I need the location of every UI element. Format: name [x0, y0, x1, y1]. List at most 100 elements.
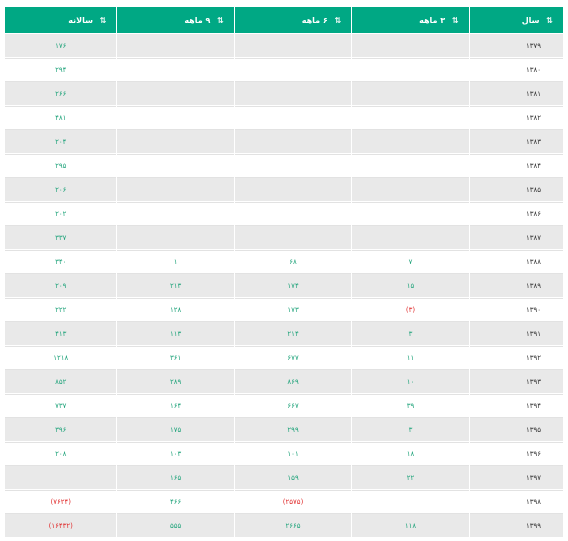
table-row: ۱۳۸۹ ۱۵ ۱۷۴ ۲۱۳ ۲۰۹ — [5, 274, 563, 298]
cell-q6: ۸۶۹ — [234, 370, 352, 394]
cell-year: ۱۳۸۰ — [469, 58, 563, 82]
cell-q9 — [117, 106, 234, 130]
sort-icon[interactable]: ⇅ — [335, 16, 342, 25]
table-row: ۱۳۹۸ (۲۵۷۵) ۴۶۶ (۷۶۲۴) — [5, 490, 563, 514]
cell-year: ۱۳۸۷ — [469, 226, 563, 250]
cell-q9 — [117, 130, 234, 154]
cell-annual: ۲۲۲ — [5, 298, 117, 322]
cell-q6: ۲۱۴ — [234, 322, 352, 346]
sort-icon[interactable]: ⇅ — [546, 16, 553, 25]
cell-q6 — [234, 202, 352, 226]
cell-annual: ۲۰۲ — [5, 202, 117, 226]
cell-q9: ۳۶۱ — [117, 346, 234, 370]
cell-q6 — [234, 226, 352, 250]
cell-q9: ۲۸۹ — [117, 370, 234, 394]
cell-q3: ۳ — [352, 418, 469, 442]
cell-annual: ۸۵۲ — [5, 370, 117, 394]
cell-q9: ۱۲۸ — [117, 298, 234, 322]
cell-q3: ۷ — [352, 250, 469, 274]
cell-q9 — [117, 82, 234, 106]
cell-year: ۱۳۸۳ — [469, 130, 563, 154]
cell-annual: ۲۰۸ — [5, 442, 117, 466]
cell-q9: ۵۵۵ — [117, 514, 234, 538]
column-header-q9[interactable]: ⇅ ۹ ماهه — [117, 7, 234, 34]
cell-q3 — [352, 154, 469, 178]
cell-q3: ۳ — [352, 322, 469, 346]
cell-q6 — [234, 34, 352, 58]
table-row: ۱۳۸۵ ۲۰۶ — [5, 178, 563, 202]
cell-q3: ۱۱ — [352, 346, 469, 370]
cell-q3: (۳) — [352, 298, 469, 322]
table-row: ۱۳۸۲ ۴۸۱ — [5, 106, 563, 130]
cell-q9 — [117, 154, 234, 178]
table-row: ۱۳۹۴ ۳۹ ۶۶۷ ۱۶۴ ۷۳۷ — [5, 394, 563, 418]
cell-annual: ۱۷۶ — [5, 34, 117, 58]
cell-q6: ۶۸ — [234, 250, 352, 274]
cell-q9: ۱۶۵ — [117, 466, 234, 490]
table-row: ۱۳۹۵ ۳ ۲۹۹ ۱۷۵ ۳۹۶ — [5, 418, 563, 442]
column-header-label: ۶ ماهه — [301, 15, 328, 25]
cell-annual: ۲۰۶ — [5, 178, 117, 202]
cell-q6 — [234, 82, 352, 106]
cell-q3: ۳۹ — [352, 394, 469, 418]
cell-year: ۱۳۹۳ — [469, 370, 563, 394]
cell-q6: ۲۹۹ — [234, 418, 352, 442]
cell-q3 — [352, 178, 469, 202]
table-row: ۱۳۹۰ (۳) ۱۷۳ ۱۲۸ ۲۲۲ — [5, 298, 563, 322]
cell-q3 — [352, 202, 469, 226]
cell-q3: ۱۸ — [352, 442, 469, 466]
cell-q3 — [352, 226, 469, 250]
cell-annual: ۲۶۶ — [5, 82, 117, 106]
column-header-q3[interactable]: ⇅ ۳ ماهه — [352, 7, 469, 34]
table-row: ۱۳۹۲ ۱۱ ۶۷۷ ۳۶۱ ۱۲۱۸ — [5, 346, 563, 370]
cell-q6: ۱۷۴ — [234, 274, 352, 298]
cell-year: ۱۳۷۹ — [469, 34, 563, 58]
cell-year: ۱۳۹۶ — [469, 442, 563, 466]
table-row: ۱۳۸۷ ۳۳۷ — [5, 226, 563, 250]
cell-q6: ۱۵۹ — [234, 466, 352, 490]
sort-icon[interactable]: ⇅ — [452, 16, 459, 25]
table-row: ۱۳۹۱ ۳ ۲۱۴ ۱۱۳ ۴۱۳ — [5, 322, 563, 346]
table-row: ۱۳۸۳ ۲۰۴ — [5, 130, 563, 154]
cell-q3 — [352, 34, 469, 58]
cell-annual — [5, 466, 117, 490]
cell-q3 — [352, 82, 469, 106]
cell-q9: ۱۷۵ — [117, 418, 234, 442]
sort-icon[interactable]: ⇅ — [100, 16, 107, 25]
cell-q6 — [234, 154, 352, 178]
cell-year: ۱۳۸۹ — [469, 274, 563, 298]
cell-q3 — [352, 58, 469, 82]
table-row: ۱۳۸۴ ۲۹۵ — [5, 154, 563, 178]
cell-q9: ۱۶۴ — [117, 394, 234, 418]
cell-annual: ۴۸۱ — [5, 106, 117, 130]
table-row: ۱۳۷۹ ۱۷۶ — [5, 34, 563, 58]
sort-icon[interactable]: ⇅ — [217, 16, 224, 25]
cell-q6 — [234, 106, 352, 130]
cell-q9 — [117, 34, 234, 58]
cell-q9 — [117, 178, 234, 202]
column-header-year[interactable]: ⇅ سال — [469, 7, 563, 34]
cell-annual: ۳۹۶ — [5, 418, 117, 442]
column-header-label: ۹ ماهه — [184, 15, 211, 25]
table-row: ۱۳۸۸ ۷ ۶۸ ۱ ۳۴۰ — [5, 250, 563, 274]
table-row: ۱۳۹۳ ۱۰ ۸۶۹ ۲۸۹ ۸۵۲ — [5, 370, 563, 394]
cell-q3: ۱۱۸ — [352, 514, 469, 538]
cell-annual: ۲۰۴ — [5, 130, 117, 154]
cell-q9 — [117, 58, 234, 82]
cell-annual: ۲۰۹ — [5, 274, 117, 298]
financial-table: ⇅ سال ⇅ ۳ ماهه ⇅ ۶ ماهه ⇅ ۹ ماهه ⇅ سالان… — [4, 7, 564, 538]
table-body: ۱۳۷۹ ۱۷۶ ۱۳۸۰ ۲۹۴ ۱۳۸۱ ۲۶۶ ۱۳۸۲ ۴۸۱ ۱۳۸۳ ۲۰۴ ۱۳۸۴ ۲… — [5, 34, 563, 538]
cell-q6: ۶۶۷ — [234, 394, 352, 418]
cell-year: ۱۳۹۵ — [469, 418, 563, 442]
column-header-q6[interactable]: ⇅ ۶ ماهه — [234, 7, 352, 34]
cell-q6 — [234, 178, 352, 202]
cell-year: ۱۳۸۵ — [469, 178, 563, 202]
cell-q9: ۴۶۶ — [117, 490, 234, 514]
cell-q3 — [352, 490, 469, 514]
cell-q6: ۶۷۷ — [234, 346, 352, 370]
cell-q6 — [234, 130, 352, 154]
column-header-annual[interactable]: ⇅ سالانه — [5, 7, 117, 34]
cell-q6: ۲۶۶۵ — [234, 514, 352, 538]
table-row: ۱۳۹۶ ۱۸ ۱۰۱ ۱۰۳ ۲۰۸ — [5, 442, 563, 466]
table-row: ۱۳۹۷ ۲۲ ۱۵۹ ۱۶۵ — [5, 466, 563, 490]
